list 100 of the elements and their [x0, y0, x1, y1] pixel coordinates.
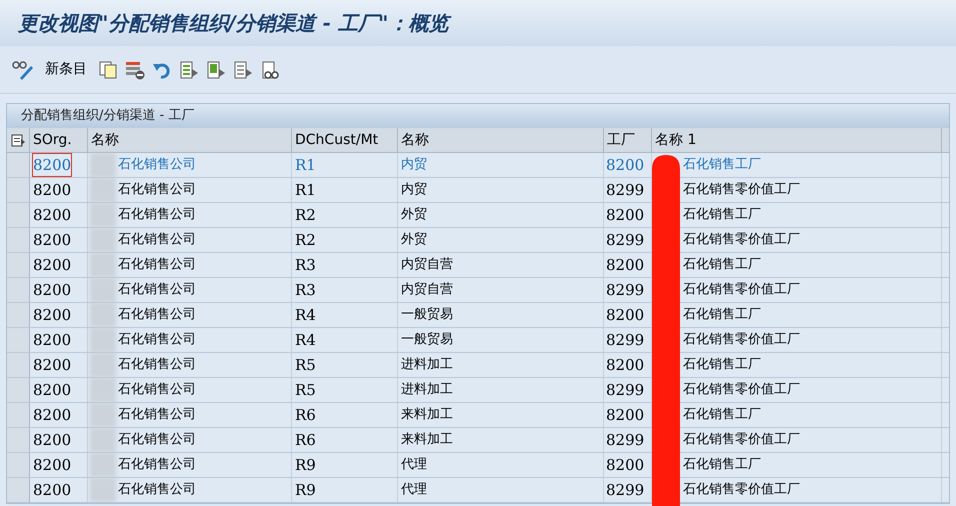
- row-selector[interactable]: [7, 178, 30, 202]
- table-cell-text: R5: [295, 380, 316, 401]
- table-cell-text: 内贸自营: [401, 256, 453, 274]
- new-entries-button[interactable]: 新条目: [41, 59, 91, 80]
- table-cell-text: 石化销售公司: [118, 231, 196, 250]
- table-cell-text: 石化销售公司: [118, 281, 196, 300]
- table-cell-text: 石化销售公司: [118, 181, 196, 200]
- table-cell-text: 石化销售零价值工厂: [683, 331, 800, 350]
- table-cell-text: 8299: [606, 430, 644, 451]
- table-cell-text: 8200: [33, 330, 72, 351]
- table-cell-text: R2: [295, 204, 316, 226]
- table-cell-text: R3: [295, 254, 316, 276]
- table-cell-text: 石化销售公司: [118, 356, 196, 374]
- row-selector[interactable]: [7, 453, 30, 477]
- document-arrow-icon[interactable]: [179, 60, 199, 80]
- table-cell-text: 一般贸易: [401, 331, 453, 350]
- row-selector[interactable]: [7, 153, 30, 177]
- table-cell-text: R4: [295, 330, 316, 351]
- table-cell-text: 石化销售工厂: [683, 156, 761, 174]
- table-cell-text: 石化销售公司: [118, 381, 196, 400]
- table-cell-text: R6: [295, 404, 316, 426]
- row-selector[interactable]: [7, 403, 30, 427]
- table-cell-text: 8200: [33, 404, 72, 426]
- column-header[interactable]: 名称: [401, 130, 429, 150]
- column-header[interactable]: 名称 1: [655, 130, 696, 150]
- table-cell-text: 来料加工: [401, 406, 453, 424]
- table-cell-text: 石化销售公司: [118, 306, 196, 324]
- table-cell-text: 石化销售公司: [118, 406, 196, 424]
- table-cell-text: 8299: [606, 180, 644, 201]
- table-cell-text: 石化销售零价值工厂: [683, 431, 800, 450]
- table-cell-text: 8299: [606, 330, 644, 351]
- document-arrow-icon[interactable]: [206, 60, 226, 80]
- row-selector[interactable]: [7, 303, 30, 327]
- column-header[interactable]: 名称: [91, 130, 119, 150]
- table-cell-text: 内贸自营: [401, 281, 453, 300]
- table-cell-text: 石化销售零价值工厂: [683, 381, 800, 400]
- table-title: 分配销售组织/分销渠道 - 工厂: [21, 107, 194, 126]
- table-cell: 8200: [33, 154, 72, 176]
- table-cell-text: 8200: [606, 304, 644, 326]
- table-cell-text: 8200: [606, 154, 644, 176]
- copy-icon[interactable]: [98, 60, 118, 80]
- column-header[interactable]: 工厂: [607, 130, 635, 150]
- table-cell-text: 8200: [33, 304, 72, 326]
- table-cell-text: 石化销售零价值工厂: [683, 281, 800, 300]
- table-cell-text: 8200: [33, 280, 72, 301]
- table-cell-text: 8299: [606, 230, 644, 251]
- delete-row-icon[interactable]: [125, 60, 145, 80]
- table-cell-text: R1: [295, 180, 316, 201]
- table-cell-text: 外贸: [401, 206, 427, 224]
- row-selector[interactable]: [7, 328, 30, 352]
- row-selector[interactable]: [7, 478, 30, 502]
- table-cell-text: 石化销售公司: [118, 331, 196, 350]
- table-cell-text: R3: [295, 280, 316, 301]
- table-cell-text: 石化销售工厂: [683, 206, 761, 224]
- table-cell-text: 外贸: [401, 231, 427, 250]
- table-cell-text: R9: [295, 454, 316, 476]
- table-cell-text: 进料加工: [401, 381, 453, 400]
- table-cell-text: 8299: [606, 280, 644, 301]
- row-selector[interactable]: [7, 253, 30, 277]
- table-cell-text: 8200: [606, 254, 644, 276]
- table-cell-text: 8200: [33, 380, 72, 401]
- column-settings-icon[interactable]: [10, 134, 26, 146]
- row-selector[interactable]: [7, 278, 30, 302]
- row-selector[interactable]: [7, 228, 30, 252]
- table-cell-text: 石化销售工厂: [683, 256, 761, 274]
- document-binoculars-icon[interactable]: [260, 60, 280, 80]
- table-cell-text: 石化销售公司: [118, 256, 196, 274]
- table-cell-text: 8200: [33, 354, 72, 376]
- document-arrow-icon[interactable]: [233, 60, 253, 80]
- table-cell-text: R5: [295, 354, 316, 376]
- table-cell-text: 8299: [606, 380, 644, 401]
- table-cell-text: R1: [295, 154, 316, 176]
- table-cell-text: 石化销售公司: [118, 156, 196, 174]
- table-cell-text: 8200: [606, 404, 644, 426]
- table-cell-text: 石化销售零价值工厂: [683, 231, 800, 250]
- column-header[interactable]: SOrg.: [33, 130, 72, 150]
- table-cell-text: 8299: [606, 480, 644, 501]
- table-cell-text: 石化销售工厂: [683, 356, 761, 374]
- table-cell-text: 代理: [401, 456, 427, 474]
- table-cell-text: 一般贸易: [401, 306, 453, 324]
- row-selector[interactable]: [7, 428, 30, 452]
- table-cell-text: R4: [295, 304, 316, 326]
- table-cell-text: 石化销售零价值工厂: [683, 481, 800, 500]
- table-cell-text: 8200: [33, 454, 72, 476]
- glasses-pencil-icon[interactable]: [12, 60, 34, 80]
- table-cell-text: 内贸: [401, 181, 427, 200]
- table-cell-text: R9: [295, 480, 316, 501]
- table-cell-text: 石化销售公司: [118, 481, 196, 500]
- table-cell-text: R2: [295, 230, 316, 251]
- table-cell-text: 石化销售工厂: [683, 306, 761, 324]
- table-cell-text: 内贸: [401, 156, 427, 174]
- table-cell-text: 8200: [606, 354, 644, 376]
- table-cell-text: 8200: [33, 230, 72, 251]
- row-selector[interactable]: [7, 203, 30, 227]
- table-cell-text: 8200: [33, 430, 72, 451]
- row-selector[interactable]: [7, 353, 30, 377]
- column-header[interactable]: DChCust/Mt: [295, 130, 378, 150]
- table-cell-text: 进料加工: [401, 356, 453, 374]
- table-cell-text: 8200: [606, 454, 644, 476]
- row-selector[interactable]: [7, 378, 30, 402]
